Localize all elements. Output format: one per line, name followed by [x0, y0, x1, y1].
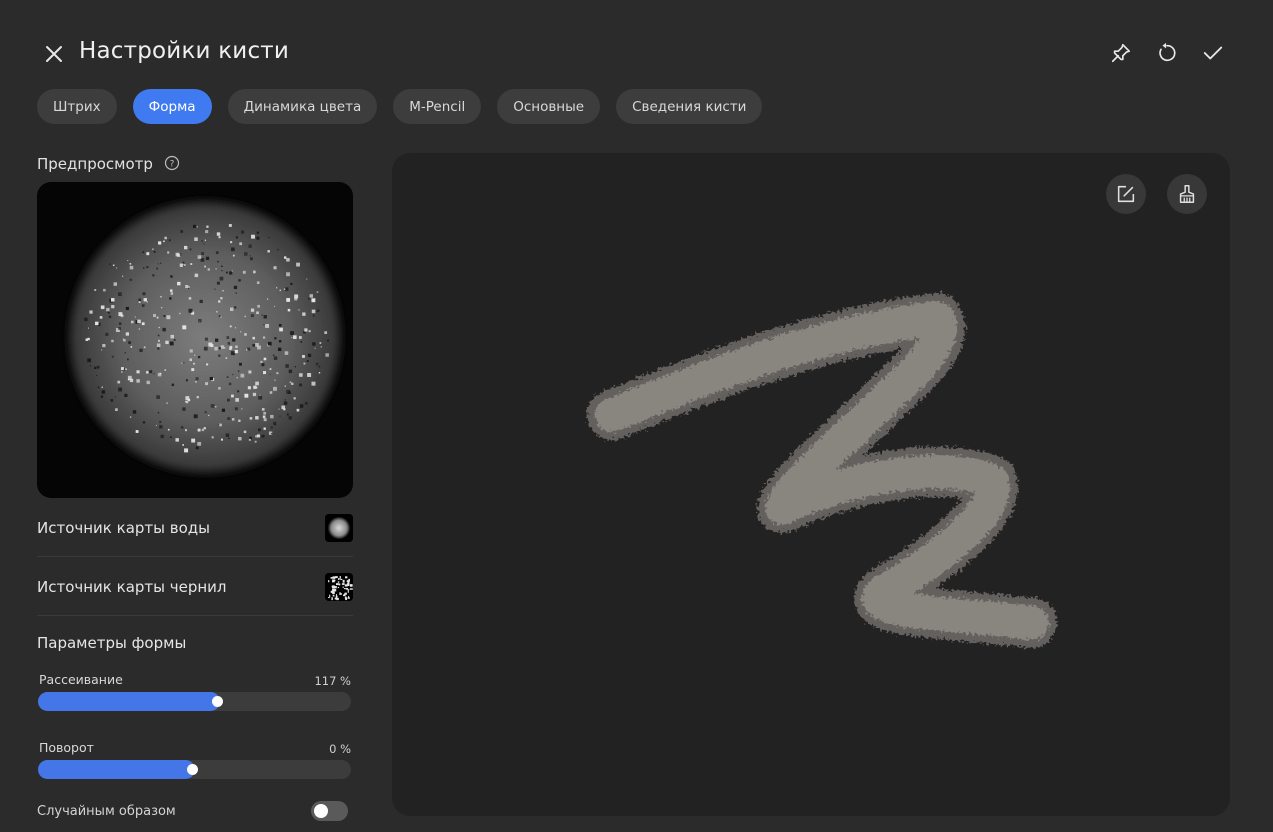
- pin-icon: [1111, 43, 1131, 63]
- drawing-canvas[interactable]: [392, 153, 1230, 816]
- close-icon: [46, 46, 62, 62]
- scatter-slider-fill: [38, 692, 220, 711]
- ink-map-source-label: Источник карты чернил: [37, 578, 227, 596]
- confirm-button[interactable]: [1198, 38, 1228, 68]
- divider: [37, 615, 353, 616]
- tab-shape[interactable]: Форма: [132, 89, 212, 124]
- scatter-label: Рассеивание: [39, 672, 123, 687]
- rotation-slider-fill: [38, 760, 195, 779]
- close-button[interactable]: [40, 40, 68, 68]
- random-toggle-knob: [314, 804, 328, 818]
- tab-stroke[interactable]: Штрих: [37, 89, 117, 124]
- tab-bar: Штрих Форма Динамика цвета M-Pencil Осно…: [37, 89, 763, 124]
- water-map-source-label: Источник карты воды: [37, 519, 210, 537]
- rotation-slider[interactable]: [38, 760, 351, 779]
- edit-icon: [1117, 185, 1135, 203]
- ink-map-source-row[interactable]: Источник карты чернил: [37, 572, 353, 602]
- ink-map-thumbnail[interactable]: [325, 573, 353, 601]
- rotation-label: Поворот: [39, 740, 94, 755]
- water-map-thumbnail[interactable]: [325, 514, 353, 542]
- brush-preview: [37, 182, 353, 498]
- svg-text:?: ?: [170, 160, 175, 170]
- preview-label: Предпросмотр: [37, 155, 153, 173]
- check-icon: [1203, 46, 1223, 60]
- brush-preview-image: [65, 197, 345, 477]
- scatter-slider[interactable]: [38, 692, 351, 711]
- pin-button[interactable]: [1106, 38, 1136, 68]
- rotation-slider-knob[interactable]: [186, 764, 198, 775]
- tab-basic[interactable]: Основные: [497, 89, 601, 124]
- reset-button[interactable]: [1152, 38, 1182, 68]
- scatter-value: 117 %: [314, 674, 351, 688]
- shape-params-title: Параметры формы: [37, 634, 187, 652]
- broom-icon: [1179, 185, 1195, 203]
- tab-brush-info[interactable]: Сведения кисти: [616, 89, 763, 124]
- random-toggle[interactable]: [311, 801, 348, 821]
- scatter-slider-knob[interactable]: [211, 696, 223, 707]
- edit-canvas-button[interactable]: [1106, 174, 1146, 214]
- page-title: Настройки кисти: [79, 38, 290, 64]
- water-map-source-row[interactable]: Источник карты воды: [37, 513, 353, 543]
- tab-m-pencil[interactable]: M-Pencil: [393, 89, 482, 124]
- rotation-value: 0 %: [329, 742, 351, 756]
- help-icon[interactable]: ?: [164, 155, 180, 171]
- random-label: Случайным образом: [37, 804, 176, 819]
- brush-stroke-sample: [587, 293, 1057, 648]
- divider: [37, 556, 353, 557]
- clear-canvas-button[interactable]: [1167, 174, 1207, 214]
- reset-icon: [1159, 42, 1176, 62]
- tab-color-dynamics[interactable]: Динамика цвета: [227, 89, 378, 124]
